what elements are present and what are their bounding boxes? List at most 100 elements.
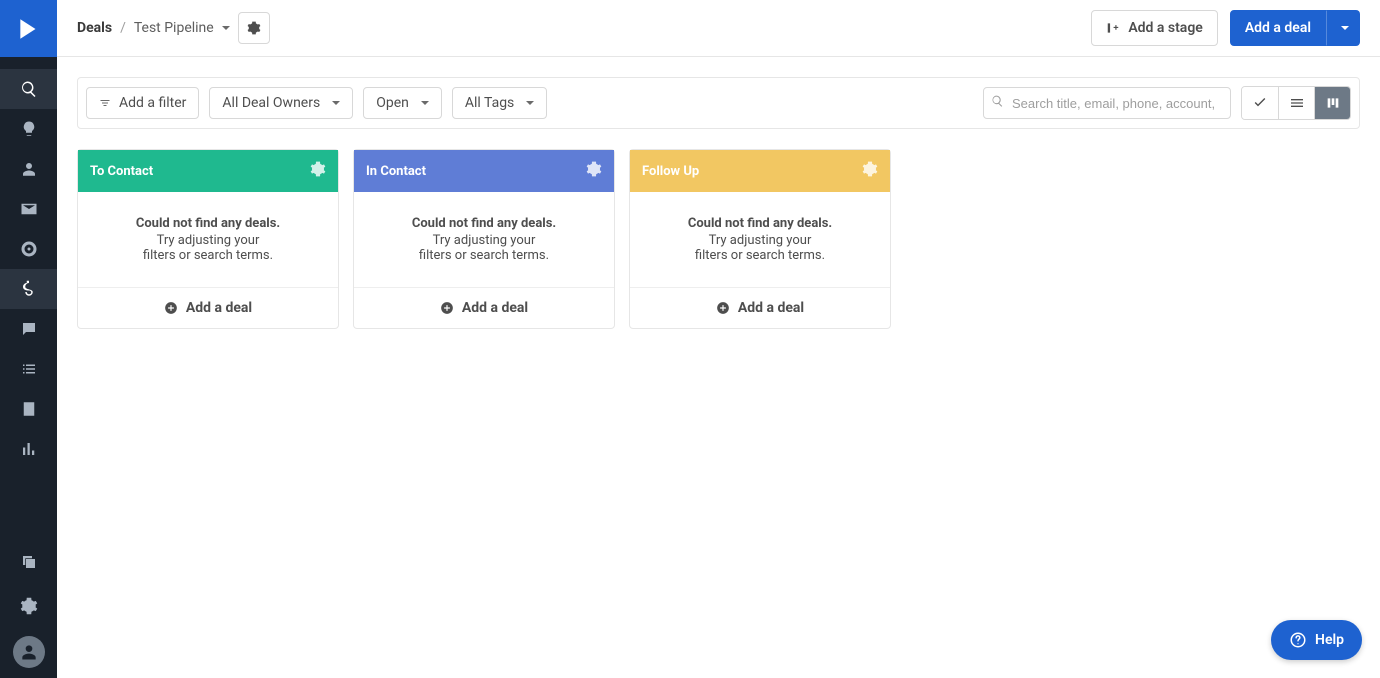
search-icon — [991, 95, 1004, 112]
breadcrumb-sep: / — [120, 20, 126, 36]
chevron-down-icon — [1341, 26, 1349, 30]
search-icon — [20, 80, 38, 98]
nav-comment[interactable] — [0, 309, 57, 349]
stage-empty-state: Could not find any deals. Try adjusting … — [630, 192, 890, 288]
stage-header[interactable]: In Contact — [354, 150, 614, 192]
empty-title: Could not find any deals. — [644, 216, 876, 231]
contacts-icon — [20, 160, 38, 178]
nav-lightbulb[interactable] — [0, 109, 57, 149]
form-icon — [20, 400, 38, 418]
chevron-down-icon — [421, 101, 429, 105]
stage-header[interactable]: To Contact — [78, 150, 338, 192]
add-stage-label: Add a stage — [1128, 20, 1203, 36]
stage-header[interactable]: Follow Up — [630, 150, 890, 192]
search-wrapper — [983, 87, 1231, 119]
plus-circle-icon — [716, 301, 730, 315]
add-deal-dropdown[interactable] — [1326, 10, 1360, 46]
check-icon — [1252, 95, 1268, 111]
stage-empty-state: Could not find any deals. Try adjusting … — [354, 192, 614, 288]
chevron-down-icon — [526, 101, 534, 105]
nav-mail[interactable] — [0, 189, 57, 229]
person-icon — [19, 642, 39, 662]
view-switch — [1241, 86, 1351, 120]
plus-circle-icon — [440, 301, 454, 315]
pipeline-name: Test Pipeline — [134, 20, 214, 36]
gear-icon — [247, 21, 261, 35]
stage-title: In Contact — [366, 164, 426, 179]
list-icon — [20, 360, 38, 378]
nav-deals[interactable] — [0, 269, 57, 309]
add-filter-button[interactable]: Add a filter — [86, 87, 199, 119]
empty-line: filters or search terms. — [143, 248, 273, 263]
comment-icon — [20, 320, 38, 338]
stage-settings-button[interactable] — [586, 161, 602, 181]
gear-icon — [862, 161, 878, 177]
stage-empty-state: Could not find any deals. Try adjusting … — [78, 192, 338, 288]
stage-add-deal-button[interactable]: Add a deal — [630, 288, 890, 328]
empty-line: Try adjusting your — [433, 233, 536, 248]
mail-icon — [20, 200, 38, 218]
target-icon — [20, 240, 38, 258]
stage-add-deal-label: Add a deal — [462, 300, 528, 316]
stage-settings-button[interactable] — [862, 161, 878, 181]
nav-target[interactable] — [0, 229, 57, 269]
nav-settings[interactable] — [0, 586, 57, 626]
filter-toolbar: Add a filter All Deal Owners Open All Ta… — [77, 77, 1360, 129]
plus-circle-icon — [164, 301, 178, 315]
board-icon — [1325, 95, 1341, 111]
nav-duplicate[interactable] — [0, 542, 57, 582]
empty-title: Could not find any deals. — [92, 216, 324, 231]
owner-filter[interactable]: All Deal Owners — [209, 87, 353, 119]
stage-column: In Contact Could not find any deals. Try… — [353, 149, 615, 329]
stage-add-deal-button[interactable]: Add a deal — [78, 288, 338, 328]
nav-list[interactable] — [0, 349, 57, 389]
chevron-down-icon — [222, 26, 230, 30]
chart-icon — [20, 440, 38, 458]
help-button[interactable]: Help — [1271, 620, 1362, 660]
pipeline-selector[interactable]: Test Pipeline — [134, 20, 230, 36]
stage-column: Follow Up Could not find any deals. Try … — [629, 149, 891, 329]
empty-line: Try adjusting your — [709, 233, 812, 248]
lightbulb-icon — [20, 120, 38, 138]
add-filter-label: Add a filter — [119, 95, 186, 111]
topbar: Deals / Test Pipeline Add a stage — [57, 0, 1380, 57]
pipeline-settings-button[interactable] — [238, 12, 270, 44]
stage-add-deal-label: Add a deal — [738, 300, 804, 316]
stage-settings-button[interactable] — [310, 161, 326, 181]
nav-form[interactable] — [0, 389, 57, 429]
stage-title: Follow Up — [642, 164, 699, 179]
nav-reports[interactable] — [0, 429, 57, 469]
empty-line: filters or search terms. — [695, 248, 825, 263]
nav-avatar[interactable] — [13, 636, 45, 668]
search-input[interactable] — [983, 87, 1231, 119]
stage-add-deal-button[interactable]: Add a deal — [354, 288, 614, 328]
view-board-button[interactable] — [1314, 87, 1350, 119]
view-check-button[interactable] — [1242, 87, 1278, 119]
breadcrumb: Deals / Test Pipeline — [77, 12, 270, 44]
stage-column: To Contact Could not find any deals. Try… — [77, 149, 339, 329]
nav-search[interactable] — [0, 69, 57, 109]
empty-line: filters or search terms. — [419, 248, 549, 263]
chevron-down-icon — [332, 101, 340, 105]
breadcrumb-root[interactable]: Deals — [77, 20, 112, 36]
gear-icon — [586, 161, 602, 177]
empty-line: Try adjusting your — [157, 233, 260, 248]
app-logo[interactable] — [0, 0, 57, 57]
owner-filter-label: All Deal Owners — [222, 95, 320, 111]
gear-icon — [310, 161, 326, 177]
add-deal-label: Add a deal — [1245, 20, 1311, 36]
copy-icon — [20, 553, 38, 571]
pipeline-board: To Contact Could not find any deals. Try… — [57, 149, 1380, 349]
sidebar — [0, 0, 57, 678]
add-stage-button[interactable]: Add a stage — [1091, 10, 1218, 46]
tags-filter[interactable]: All Tags — [452, 87, 547, 119]
status-filter-label: Open — [376, 95, 409, 111]
view-list-button[interactable] — [1278, 87, 1314, 119]
help-label: Help — [1315, 632, 1344, 648]
nav-contacts[interactable] — [0, 149, 57, 189]
sliders-icon — [99, 97, 111, 109]
status-filter[interactable]: Open — [363, 87, 442, 119]
add-deal-button[interactable]: Add a deal — [1230, 10, 1326, 46]
stage-add-deal-label: Add a deal — [186, 300, 252, 316]
gear-icon — [20, 597, 38, 615]
